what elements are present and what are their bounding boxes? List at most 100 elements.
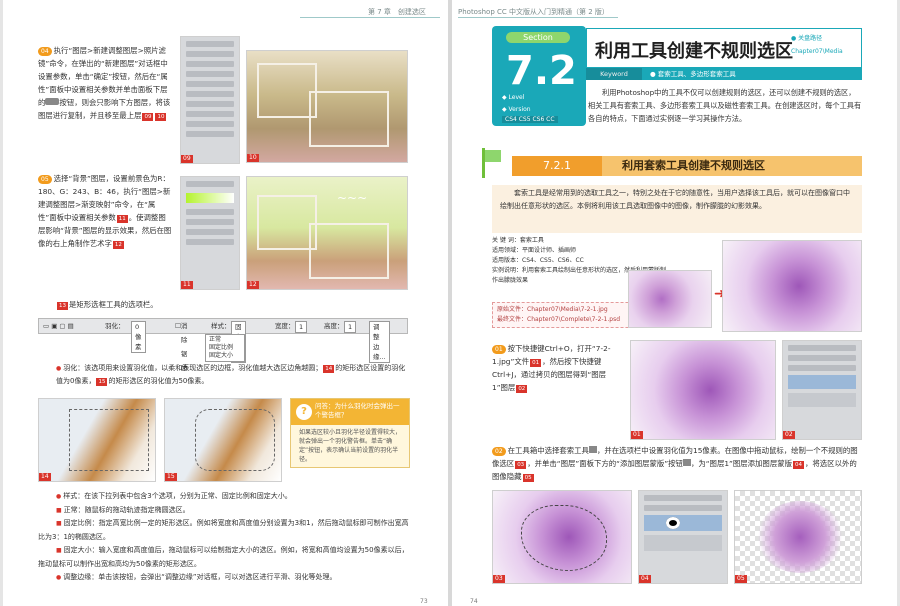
panel-row — [186, 229, 234, 235]
left-page: 第 7 章 创建选区 04 执行“图层>新建调整图层>照片滤镜”命令，在弹出的“新… — [0, 0, 448, 606]
running-head-rule — [458, 17, 618, 18]
running-head-rule — [300, 17, 440, 18]
photo-frame — [257, 63, 317, 118]
width-value[interactable]: 1 — [295, 321, 308, 333]
mask-thumbnail — [666, 517, 680, 529]
bullet-marker: ■ — [56, 547, 62, 554]
version-label: Version — [508, 106, 531, 113]
selection-marquee — [69, 409, 149, 471]
step-05: 05 选择“背景”图层，设置前景色为R：180、G：243、B：46，执行“图层>… — [38, 172, 173, 250]
layer-row — [788, 393, 856, 407]
panel-row — [186, 111, 234, 117]
bullet-text: 固定大小：输入宽度和高度值后，拖动鼠标可以绘制指定大小的选区。例如，将宽和高值均… — [38, 546, 409, 568]
running-head: 第 7 章 创建选区 — [368, 8, 426, 16]
dropdown-option[interactable]: 正常 — [209, 336, 241, 344]
lasso-selection — [521, 505, 607, 571]
section-number: 7.2 — [506, 48, 577, 94]
gradient-map-panel-screenshot: 11 — [180, 176, 240, 290]
layers-panel-screenshot: 02 — [782, 340, 862, 440]
layer-mask-icon — [682, 459, 691, 466]
photo-flower-before — [628, 270, 712, 328]
panel-row — [186, 131, 234, 137]
subsection-header: 7.2.1 利用套索工具创建不规则选区 — [512, 156, 862, 176]
panel-row — [186, 61, 234, 67]
dropdown-option[interactable]: 固定大小 — [209, 352, 241, 360]
section-badge: Section 7.2 ◆ Level ◆ Version CS4 CS5 CS… — [492, 26, 586, 126]
tip-answer: 如果选区较小且羽化半径设置得较大，就会弹出一个羽化警告框。单击“确定”按钮，表示… — [299, 429, 402, 463]
photo-flower-masked: 05 — [734, 490, 862, 584]
sub-bullet-fixed-ratio: ■ 固定比例：指定高宽比例一定的矩形选区。例如将宽度和高度值分别设置为3和1，然后… — [38, 517, 411, 544]
dropdown-option[interactable]: 固定比例 — [209, 344, 241, 352]
panel-row — [788, 345, 856, 351]
version-value: CS4 CS5 CS6 CC — [502, 116, 558, 123]
panel-row — [186, 181, 234, 187]
tip-header: ? 问答：为什么羽化时会弹出一个警告框？ — [291, 399, 409, 425]
figure-tag: 12 — [247, 281, 259, 289]
bullet-text: 羽化：该选项用来设置羽化值，以柔和表现选区的边框，羽化值越大选区边角越圆； — [63, 364, 323, 372]
panel-row — [186, 71, 234, 77]
step-number: 04 — [38, 47, 52, 56]
marquee-tool-icons[interactable]: ▭ ▣ ▢ ▤ — [43, 319, 74, 333]
panel-row — [644, 495, 722, 501]
figure-tag: 11 — [181, 281, 193, 289]
height-value[interactable]: 1 — [344, 321, 357, 333]
clip-button-icon — [45, 98, 60, 105]
disc-path: Chapter07\Media — [791, 48, 843, 55]
masked-flower — [757, 501, 843, 573]
subsection-title: 利用套索工具创建不规则选区 — [622, 159, 765, 172]
flag-cloth — [485, 150, 501, 162]
bullet-text: 固定比例：指定高宽比例一定的矩形选区。例如将宽度和高度值分别设置为3和1，然后拖… — [38, 519, 409, 541]
figure-ref: 02 — [516, 385, 528, 393]
panel-row — [186, 41, 234, 47]
info-field: 适用领域：平面设计师、插画师 — [492, 247, 577, 254]
section-label: Section — [506, 32, 570, 43]
flag-icon — [478, 148, 502, 178]
figure-ref: 09 — [142, 113, 154, 121]
refine-edge-label[interactable]: 调整边缘... — [369, 321, 390, 363]
figure-ref: 05 — [522, 474, 534, 482]
page-number: 74 — [470, 598, 478, 605]
photo-frame — [257, 195, 317, 250]
lasso-tool-icon — [588, 446, 597, 453]
figure-tag: 01 — [631, 431, 643, 439]
antialias-checkbox[interactable]: ☐ 消除锯齿 — [175, 319, 187, 372]
layer-row-selected — [788, 375, 856, 389]
figure-ref: 12 — [112, 241, 124, 249]
step-02: 02 在工具箱中选择套索工具 ，并在选项栏中设置羽化值为15像素。在图像中拖动鼠标，… — [492, 444, 862, 483]
info-version: 适用版本：CS4、CS5、CS6、CC — [492, 257, 584, 264]
level-row: ◆ Level — [502, 94, 525, 101]
height-label: 高度： — [324, 322, 344, 330]
bullet-marker: ■ — [56, 506, 62, 514]
figure-ref: 04 — [793, 461, 804, 469]
panel-row — [186, 209, 234, 215]
bullet-text: 样式：在该下拉列表中包含3个选项，分别为正常、固定比例和固定大小。 — [63, 492, 292, 500]
figure-ref: 15 — [96, 378, 108, 386]
panel-row — [186, 101, 234, 107]
figure-tag: 03 — [493, 575, 505, 583]
photo-dog-sharp: 14 — [38, 398, 156, 482]
panel-row — [788, 365, 856, 371]
figure-tag: 02 — [783, 431, 795, 439]
feather-value[interactable]: 0 像素 — [131, 321, 146, 353]
panel-row — [788, 355, 856, 361]
marquee-options-bar: ▭ ▣ ▢ ▤ 羽化： 0 像素 ☐ 消除锯齿 样式： 固定比例 宽度： 1 高… — [38, 318, 408, 372]
panel-row — [644, 505, 722, 511]
tip-question: 问答：为什么羽化时会弹出一个警告框？ — [315, 402, 400, 419]
step-text-3: ，并单击“图层”面板下方的“添加图层蒙版”按钮 — [527, 459, 683, 468]
layer-row — [644, 535, 722, 551]
page-edge — [0, 0, 3, 606]
step-number: 02 — [492, 447, 506, 456]
style-label: 样式： — [211, 322, 231, 330]
photo-frame — [309, 91, 389, 147]
width-label: 宽度： — [275, 322, 295, 330]
step-01: 01 按下快捷键Ctrl+O，打开“7-2-1.jpg”文件 01 ，然后按下快捷键C… — [492, 342, 620, 394]
section-intro: 利用Photoshop中的工具不仅可以创建规则的选区，还可以创建不规则的选区，相… — [588, 88, 862, 123]
figure-tag: 15 — [165, 473, 177, 481]
figure-tag: 14 — [39, 473, 51, 481]
photo-flower-original: 01 — [630, 340, 776, 440]
panel-row — [186, 121, 234, 127]
subsection-intro-box: 套索工具是经常用到的选取工具之一，特别之处在于它的随意性，当用户选择该工具后，就… — [492, 185, 862, 233]
bullet-marker: ● — [56, 365, 62, 372]
bullet-marker: ■ — [56, 520, 62, 527]
feather-label: 羽化： — [105, 322, 125, 330]
